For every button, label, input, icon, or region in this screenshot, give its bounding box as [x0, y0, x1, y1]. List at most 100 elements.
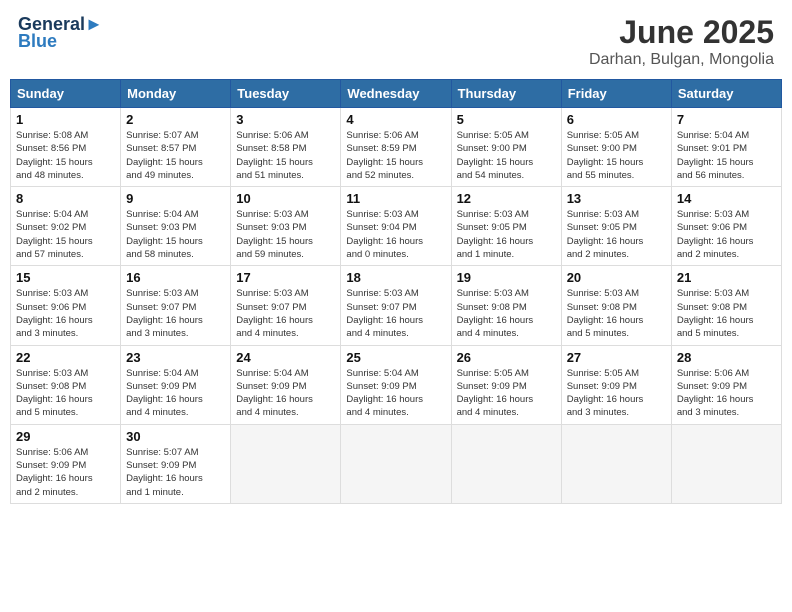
day-number: 29 — [16, 429, 115, 444]
calendar-day-cell: 8 Sunrise: 5:04 AM Sunset: 9:02 PM Daylig… — [11, 187, 121, 266]
day-number: 19 — [457, 270, 556, 285]
day-info: Sunrise: 5:03 AM Sunset: 9:07 PM Dayligh… — [346, 287, 445, 340]
day-number: 17 — [236, 270, 335, 285]
calendar-day-cell: 13Sunrise: 5:03 AM Sunset: 9:05 PM Dayli… — [561, 187, 671, 266]
day-number: 8 — [16, 191, 115, 206]
day-info: Sunrise: 5:05 AM Sunset: 9:00 PM Dayligh… — [457, 129, 556, 182]
calendar-day-cell: 23 Sunrise: 5:04 AM Sunset: 9:09 PM Dayli… — [121, 345, 231, 424]
col-header-sunday: Sunday — [11, 80, 121, 108]
calendar-day-cell: 15Sunrise: 5:03 AM Sunset: 9:06 PM Dayli… — [11, 266, 121, 345]
day-info: Sunrise: 5:03 AM Sunset: 9:04 PM Dayligh… — [346, 208, 445, 261]
day-number: 26 — [457, 350, 556, 365]
col-header-monday: Monday — [121, 80, 231, 108]
col-header-thursday: Thursday — [451, 80, 561, 108]
day-number: 10 — [236, 191, 335, 206]
day-number: 27 — [567, 350, 666, 365]
day-info: Sunrise: 5:05 AM Sunset: 9:09 PM Dayligh… — [567, 367, 666, 420]
calendar-day-cell: 6Sunrise: 5:05 AM Sunset: 9:00 PM Daylig… — [561, 108, 671, 187]
calendar-day-cell: 5 Sunrise: 5:05 AM Sunset: 9:00 PM Daylig… — [451, 108, 561, 187]
empty-cell — [561, 424, 671, 503]
month-year-title: June 2025 — [589, 14, 774, 51]
empty-cell — [231, 424, 341, 503]
day-info: Sunrise: 5:03 AM Sunset: 9:06 PM Dayligh… — [677, 208, 776, 261]
calendar-day-cell: 24 Sunrise: 5:04 AM Sunset: 9:09 PM Dayli… — [231, 345, 341, 424]
day-info: Sunrise: 5:06 AM Sunset: 9:09 PM Dayligh… — [16, 446, 115, 499]
calendar-week-row: 1 Sunrise: 5:08 AM Sunset: 8:56 PM Daylig… — [11, 108, 782, 187]
calendar-week-row: 15Sunrise: 5:03 AM Sunset: 9:06 PM Dayli… — [11, 266, 782, 345]
day-info: Sunrise: 5:04 AM Sunset: 9:02 PM Dayligh… — [16, 208, 115, 261]
calendar-day-cell: 28Sunrise: 5:06 AM Sunset: 9:09 PM Dayli… — [671, 345, 781, 424]
day-info: Sunrise: 5:03 AM Sunset: 9:08 PM Dayligh… — [567, 287, 666, 340]
day-number: 14 — [677, 191, 776, 206]
day-info: Sunrise: 5:06 AM Sunset: 8:59 PM Dayligh… — [346, 129, 445, 182]
location-subtitle: Darhan, Bulgan, Mongolia — [589, 51, 774, 69]
day-number: 25 — [346, 350, 445, 365]
day-number: 2 — [126, 112, 225, 127]
day-info: Sunrise: 5:03 AM Sunset: 9:07 PM Dayligh… — [126, 287, 225, 340]
day-number: 7 — [677, 112, 776, 127]
day-number: 12 — [457, 191, 556, 206]
col-header-saturday: Saturday — [671, 80, 781, 108]
empty-cell — [671, 424, 781, 503]
empty-cell — [451, 424, 561, 503]
calendar-week-row: 29 Sunrise: 5:06 AM Sunset: 9:09 PM Dayli… — [11, 424, 782, 503]
day-number: 24 — [236, 350, 335, 365]
calendar-table: SundayMondayTuesdayWednesdayThursdayFrid… — [10, 79, 782, 504]
day-info: Sunrise: 5:03 AM Sunset: 9:08 PM Dayligh… — [677, 287, 776, 340]
day-info: Sunrise: 5:03 AM Sunset: 9:06 PM Dayligh… — [16, 287, 115, 340]
day-number: 5 — [457, 112, 556, 127]
calendar-day-cell: 3Sunrise: 5:06 AM Sunset: 8:58 PM Daylig… — [231, 108, 341, 187]
day-info: Sunrise: 5:04 AM Sunset: 9:03 PM Dayligh… — [126, 208, 225, 261]
day-number: 1 — [16, 112, 115, 127]
day-info: Sunrise: 5:08 AM Sunset: 8:56 PM Dayligh… — [16, 129, 115, 182]
calendar-day-cell: 9Sunrise: 5:04 AM Sunset: 9:03 PM Daylig… — [121, 187, 231, 266]
day-info: Sunrise: 5:03 AM Sunset: 9:08 PM Dayligh… — [457, 287, 556, 340]
day-number: 22 — [16, 350, 115, 365]
calendar-day-cell: 7 Sunrise: 5:04 AM Sunset: 9:01 PM Daylig… — [671, 108, 781, 187]
day-info: Sunrise: 5:07 AM Sunset: 8:57 PM Dayligh… — [126, 129, 225, 182]
calendar-day-cell: 22 Sunrise: 5:03 AM Sunset: 9:08 PM Dayli… — [11, 345, 121, 424]
day-number: 11 — [346, 191, 445, 206]
calendar-day-cell: 17 Sunrise: 5:03 AM Sunset: 9:07 PM Dayli… — [231, 266, 341, 345]
day-info: Sunrise: 5:04 AM Sunset: 9:09 PM Dayligh… — [236, 367, 335, 420]
header: General► Blue June 2025 Darhan, Bulgan, … — [10, 10, 782, 73]
day-info: Sunrise: 5:04 AM Sunset: 9:01 PM Dayligh… — [677, 129, 776, 182]
day-info: Sunrise: 5:03 AM Sunset: 9:08 PM Dayligh… — [16, 367, 115, 420]
title-area: June 2025 Darhan, Bulgan, Mongolia — [589, 14, 774, 69]
day-number: 21 — [677, 270, 776, 285]
day-info: Sunrise: 5:06 AM Sunset: 9:09 PM Dayligh… — [677, 367, 776, 420]
col-header-friday: Friday — [561, 80, 671, 108]
col-header-tuesday: Tuesday — [231, 80, 341, 108]
day-number: 30 — [126, 429, 225, 444]
calendar-day-cell: 20Sunrise: 5:03 AM Sunset: 9:08 PM Dayli… — [561, 266, 671, 345]
calendar-day-cell: 4Sunrise: 5:06 AM Sunset: 8:59 PM Daylig… — [341, 108, 451, 187]
day-info: Sunrise: 5:03 AM Sunset: 9:07 PM Dayligh… — [236, 287, 335, 340]
day-info: Sunrise: 5:06 AM Sunset: 8:58 PM Dayligh… — [236, 129, 335, 182]
calendar-day-cell: 2 Sunrise: 5:07 AM Sunset: 8:57 PM Daylig… — [121, 108, 231, 187]
calendar-day-cell: 29 Sunrise: 5:06 AM Sunset: 9:09 PM Dayli… — [11, 424, 121, 503]
calendar-week-row: 22 Sunrise: 5:03 AM Sunset: 9:08 PM Dayli… — [11, 345, 782, 424]
calendar-day-cell: 25 Sunrise: 5:04 AM Sunset: 9:09 PM Dayli… — [341, 345, 451, 424]
empty-cell — [341, 424, 451, 503]
calendar-day-cell: 26Sunrise: 5:05 AM Sunset: 9:09 PM Dayli… — [451, 345, 561, 424]
calendar-week-row: 8 Sunrise: 5:04 AM Sunset: 9:02 PM Daylig… — [11, 187, 782, 266]
logo-icon-shape: ► — [85, 14, 103, 34]
day-number: 6 — [567, 112, 666, 127]
day-info: Sunrise: 5:03 AM Sunset: 9:03 PM Dayligh… — [236, 208, 335, 261]
day-info: Sunrise: 5:04 AM Sunset: 9:09 PM Dayligh… — [126, 367, 225, 420]
logo-blue: Blue — [18, 31, 57, 52]
day-info: Sunrise: 5:04 AM Sunset: 9:09 PM Dayligh… — [346, 367, 445, 420]
calendar-day-cell: 11 Sunrise: 5:03 AM Sunset: 9:04 PM Dayli… — [341, 187, 451, 266]
calendar-day-cell: 19 Sunrise: 5:03 AM Sunset: 9:08 PM Dayli… — [451, 266, 561, 345]
logo: General► Blue — [18, 14, 103, 52]
calendar-day-cell: 1 Sunrise: 5:08 AM Sunset: 8:56 PM Daylig… — [11, 108, 121, 187]
day-info: Sunrise: 5:03 AM Sunset: 9:05 PM Dayligh… — [567, 208, 666, 261]
calendar-day-cell: 30Sunrise: 5:07 AM Sunset: 9:09 PM Dayli… — [121, 424, 231, 503]
calendar-day-cell: 27 Sunrise: 5:05 AM Sunset: 9:09 PM Dayli… — [561, 345, 671, 424]
day-number: 16 — [126, 270, 225, 285]
calendar-day-cell: 18 Sunrise: 5:03 AM Sunset: 9:07 PM Dayli… — [341, 266, 451, 345]
col-header-wednesday: Wednesday — [341, 80, 451, 108]
calendar-day-cell: 14 Sunrise: 5:03 AM Sunset: 9:06 PM Dayli… — [671, 187, 781, 266]
day-number: 23 — [126, 350, 225, 365]
day-number: 18 — [346, 270, 445, 285]
